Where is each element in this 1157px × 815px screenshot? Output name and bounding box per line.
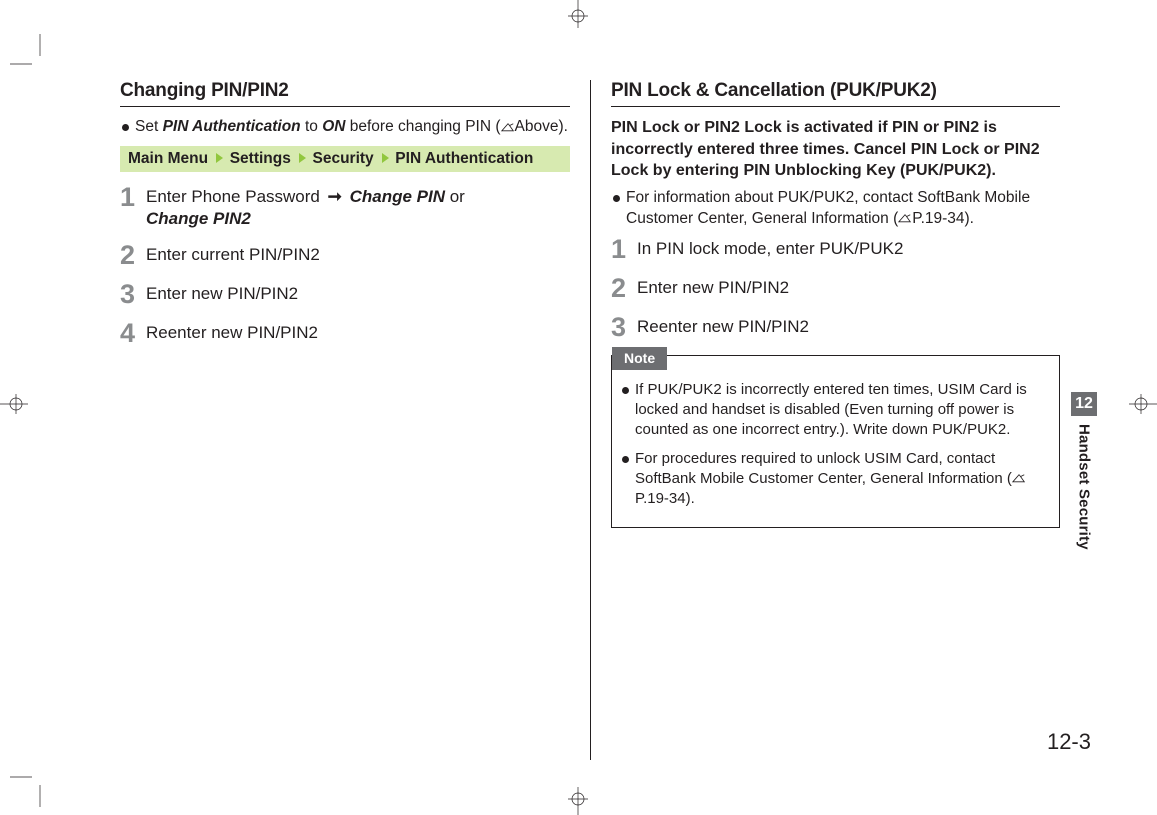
text: before changing PIN ( xyxy=(345,118,500,135)
registration-mark-icon xyxy=(568,787,588,815)
text: Change PIN xyxy=(350,187,445,206)
text: P.19-34). xyxy=(635,490,695,507)
note-item: For procedures required to unlock USIM C… xyxy=(622,449,1049,510)
breadcrumb-item: Main Menu xyxy=(128,150,208,167)
crop-mark-icon xyxy=(10,34,50,74)
text: Set xyxy=(135,118,163,135)
reference-icon xyxy=(898,213,912,224)
breadcrumb-item: PIN Authentication xyxy=(395,150,533,167)
right-column: PIN Lock & Cancellation (PUK/PUK2) PIN L… xyxy=(590,80,1060,760)
steps-list: In PIN lock mode, enter PUK/PUK2 Enter n… xyxy=(611,238,1060,341)
side-tab: 12 Handset Security xyxy=(1071,392,1097,550)
text: to xyxy=(301,118,323,135)
bullet-icon xyxy=(613,195,620,202)
text: or xyxy=(445,187,465,206)
step-item: Enter Phone Password ➞ Change PIN or Cha… xyxy=(120,186,570,230)
chevron-right-icon xyxy=(382,153,389,163)
page-number: 12-3 xyxy=(1047,729,1091,755)
note-box: Note If PUK/PUK2 is incorrectly entered … xyxy=(611,355,1060,529)
step-item: Enter new PIN/PIN2 xyxy=(120,283,570,308)
text: Enter current PIN/PIN2 xyxy=(146,244,570,266)
lead-paragraph: PIN Lock or PIN2 Lock is activated if PI… xyxy=(611,117,1060,182)
text: Reenter new PIN/PIN2 xyxy=(637,316,1060,338)
text: P.19-34). xyxy=(912,210,974,227)
step-item: Enter new PIN/PIN2 xyxy=(611,277,1060,302)
registration-mark-icon xyxy=(1129,394,1157,414)
step-item: In PIN lock mode, enter PUK/PUK2 xyxy=(611,238,1060,263)
reference-icon xyxy=(1012,473,1026,484)
section-heading: PIN Lock & Cancellation (PUK/PUK2) xyxy=(611,80,1060,107)
text: For procedures required to unlock USIM C… xyxy=(635,450,1012,487)
intro-bullet: Set PIN Authentication to ON before chan… xyxy=(122,117,570,138)
arrow-right-icon: ➞ xyxy=(325,186,345,208)
step-item: Reenter new PIN/PIN2 xyxy=(611,316,1060,341)
bullet-icon xyxy=(122,124,129,131)
chevron-right-icon xyxy=(216,153,223,163)
text: In PIN lock mode, enter PUK/PUK2 xyxy=(637,238,1060,260)
registration-mark-icon xyxy=(568,0,588,28)
step-item: Enter current PIN/PIN2 xyxy=(120,244,570,269)
text: PIN Authentication xyxy=(163,118,301,135)
text: Change PIN2 xyxy=(146,209,251,228)
info-text: For information about PUK/PUK2, contact … xyxy=(626,188,1060,230)
text: Enter new PIN/PIN2 xyxy=(637,277,1060,299)
crop-mark-icon xyxy=(10,767,50,807)
breadcrumb-item: Security xyxy=(313,150,374,167)
steps-list: Enter Phone Password ➞ Change PIN or Cha… xyxy=(120,186,570,347)
breadcrumb: Main Menu Settings Security PIN Authenti… xyxy=(120,146,570,172)
note-label: Note xyxy=(612,347,667,370)
text: Enter Phone Password xyxy=(146,187,325,206)
text: For procedures required to unlock USIM C… xyxy=(635,449,1049,510)
text: Enter new PIN/PIN2 xyxy=(146,283,570,305)
intro-text: Set PIN Authentication to ON before chan… xyxy=(135,117,570,138)
chevron-right-icon xyxy=(299,153,306,163)
text: If PUK/PUK2 is incorrectly entered ten t… xyxy=(635,380,1049,441)
breadcrumb-item: Settings xyxy=(230,150,291,167)
note-item: If PUK/PUK2 is incorrectly entered ten t… xyxy=(622,380,1049,441)
chapter-title: Handset Security xyxy=(1076,424,1093,550)
bullet-icon xyxy=(622,387,629,394)
text: Reenter new PIN/PIN2 xyxy=(146,322,570,344)
page-content: Changing PIN/PIN2 Set PIN Authentication… xyxy=(120,80,1080,760)
text: ON xyxy=(322,118,345,135)
registration-mark-icon xyxy=(0,394,28,414)
reference-icon xyxy=(501,122,515,133)
step-item: Reenter new PIN/PIN2 xyxy=(120,322,570,347)
chapter-number: 12 xyxy=(1071,392,1097,416)
section-heading: Changing PIN/PIN2 xyxy=(120,80,570,107)
text: Above). xyxy=(515,118,568,135)
bullet-icon xyxy=(622,456,629,463)
left-column: Changing PIN/PIN2 Set PIN Authentication… xyxy=(120,80,590,760)
info-bullet: For information about PUK/PUK2, contact … xyxy=(613,188,1060,230)
